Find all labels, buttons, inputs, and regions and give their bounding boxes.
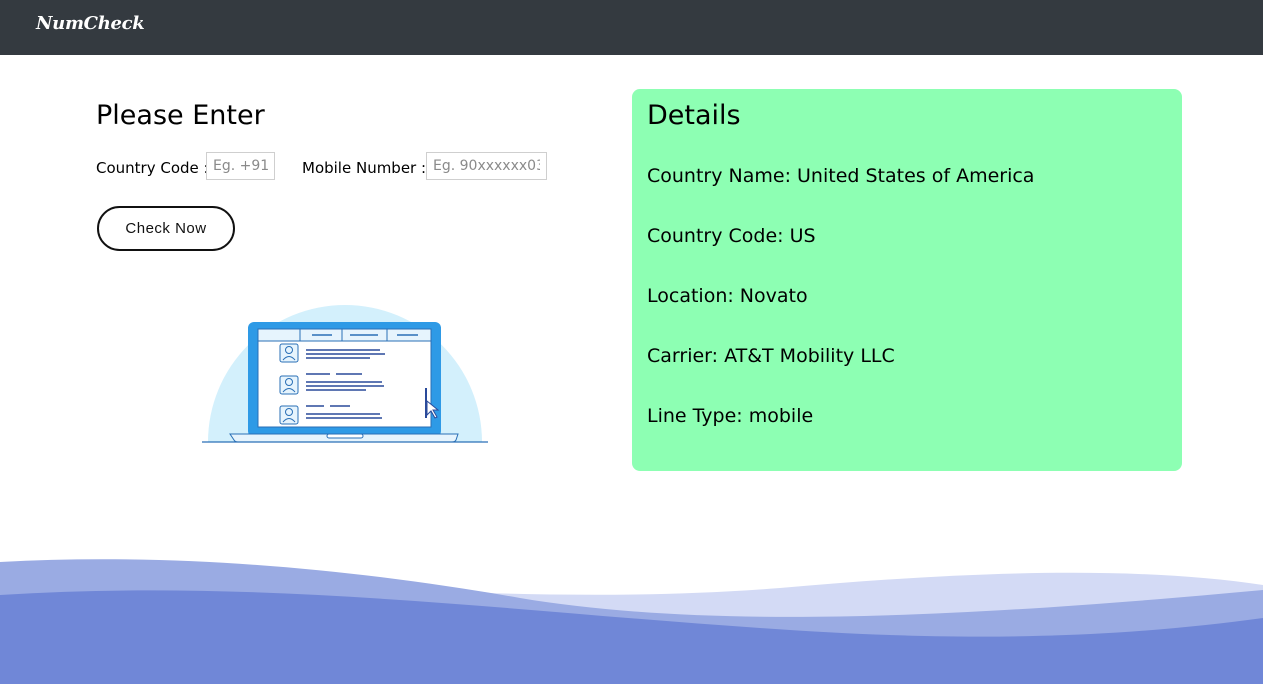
detail-country-name: Country Name: United States of America [647,165,1035,187]
check-now-button[interactable]: Check Now [97,206,235,251]
detail-line-type: Line Type: mobile [647,405,814,427]
navbar: NumCheck [0,0,1263,55]
form-title: Please Enter [96,100,265,131]
details-title: Details [647,100,741,131]
country-code-label: Country Code : [96,159,209,177]
laptop-contacts-illustration [202,305,488,443]
mobile-number-input[interactable] [426,152,547,180]
detail-location: Location: Novato [647,285,808,307]
footer-waves [0,559,1263,684]
mobile-number-label: Mobile Number : [302,159,427,177]
country-code-input[interactable] [206,152,275,180]
detail-carrier: Carrier: AT&T Mobility LLC [647,345,895,367]
details-panel: Details Country Name: United States of A… [632,89,1182,471]
detail-country-code: Country Code: US [647,225,816,247]
brand-link[interactable]: NumCheck [36,13,145,34]
